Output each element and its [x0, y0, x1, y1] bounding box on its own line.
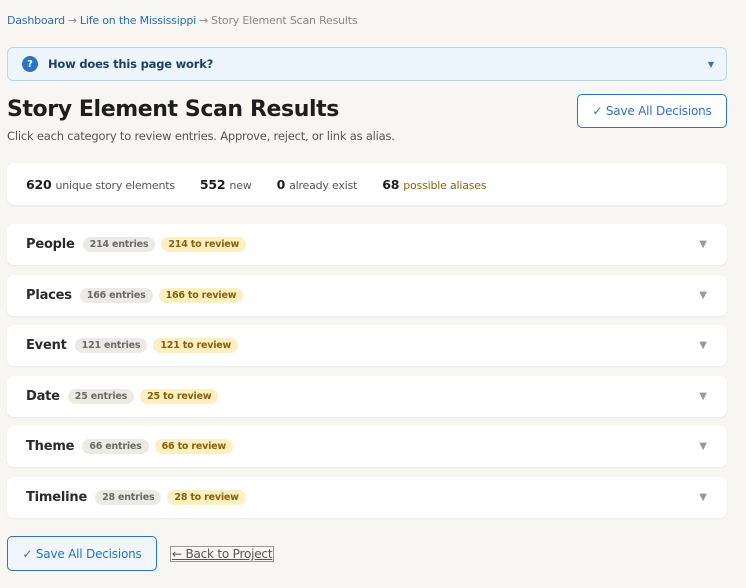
- stat-new-value: 552: [199, 176, 226, 192]
- chevron-down-icon: ▼: [699, 492, 707, 503]
- stat-exist-value: 0: [276, 176, 286, 192]
- category-people[interactable]: People 214 entries 214 to review ▼: [7, 224, 727, 265]
- breadcrumb-project[interactable]: Life on the Mississippi: [80, 14, 196, 27]
- entries-badge: 214 entries: [82, 237, 156, 252]
- help-toggle[interactable]: ? How does this page work? ▼: [7, 47, 727, 81]
- chevron-down-icon: ▼: [699, 239, 707, 250]
- stat-exist: 0 already exist: [277, 177, 358, 192]
- review-badge: 214 to review: [161, 237, 247, 252]
- category-name: Theme: [26, 439, 75, 454]
- category-name: People: [26, 237, 75, 252]
- entries-badge: 25 entries: [67, 389, 135, 404]
- breadcrumb-dashboard[interactable]: Dashboard: [7, 14, 65, 27]
- category-theme[interactable]: Theme 66 entries 66 to review ▼: [7, 426, 727, 467]
- question-icon: ?: [22, 56, 38, 72]
- breadcrumb-separator: →: [199, 14, 209, 27]
- back-to-project-link[interactable]: ← Back to Project: [170, 546, 275, 562]
- category-name: Event: [26, 338, 67, 353]
- review-badge: 25 to review: [140, 389, 219, 404]
- entries-badge: 121 entries: [74, 338, 148, 353]
- stats-summary: 620 unique story elements 552 new 0 already…: [7, 163, 727, 205]
- breadcrumb: Dashboard → Life on the Mississippi → Story …: [7, 14, 358, 27]
- category-date[interactable]: Date 25 entries 25 to review ▼: [7, 376, 727, 417]
- review-badge: 166 to review: [158, 288, 244, 303]
- save-all-decisions-button[interactable]: ✓ Save All Decisions: [577, 94, 727, 128]
- stat-unique: 620 unique story elements: [26, 177, 175, 192]
- stat-exist-label: already exist: [289, 178, 358, 192]
- review-badge: 28 to review: [167, 490, 246, 505]
- chevron-down-icon: ▼: [699, 290, 707, 301]
- stat-alias-value: 68: [382, 176, 400, 192]
- breadcrumb-separator: →: [67, 14, 77, 27]
- category-name: Date: [26, 389, 60, 404]
- entries-badge: 28 entries: [95, 490, 162, 505]
- review-badge: 66 to review: [154, 439, 233, 454]
- breadcrumb-current: Story Element Scan Results: [211, 14, 358, 27]
- chevron-down-icon: ▼: [699, 391, 707, 402]
- stat-aliases: 68 possible aliases: [382, 177, 486, 192]
- stat-new-label: new: [229, 178, 252, 192]
- page-subtitle: Click each category to review entries. A…: [7, 129, 395, 143]
- page-title: Story Element Scan Results: [7, 97, 339, 122]
- stat-alias-label: possible aliases: [403, 178, 487, 192]
- save-all-decisions-button-bottom[interactable]: ✓ Save All Decisions: [7, 536, 157, 571]
- chevron-down-icon: ▼: [699, 441, 707, 452]
- stat-unique-value: 620: [26, 176, 52, 192]
- entries-badge: 166 entries: [79, 288, 153, 303]
- category-timeline[interactable]: Timeline 28 entries 28 to review ▼: [7, 477, 727, 518]
- stat-new: 552 new: [200, 177, 252, 192]
- entries-badge: 66 entries: [82, 439, 149, 454]
- chevron-down-icon: ▼: [699, 340, 707, 351]
- category-name: Timeline: [26, 490, 88, 505]
- stat-unique-label: unique story elements: [55, 178, 176, 192]
- category-name: Places: [26, 288, 72, 303]
- category-places[interactable]: Places 166 entries 166 to review ▼: [7, 275, 727, 316]
- chevron-down-icon: ▼: [707, 59, 714, 69]
- review-badge: 121 to review: [153, 338, 239, 353]
- help-label: How does this page work?: [48, 57, 214, 71]
- category-event[interactable]: Event 121 entries 121 to review ▼: [7, 325, 727, 366]
